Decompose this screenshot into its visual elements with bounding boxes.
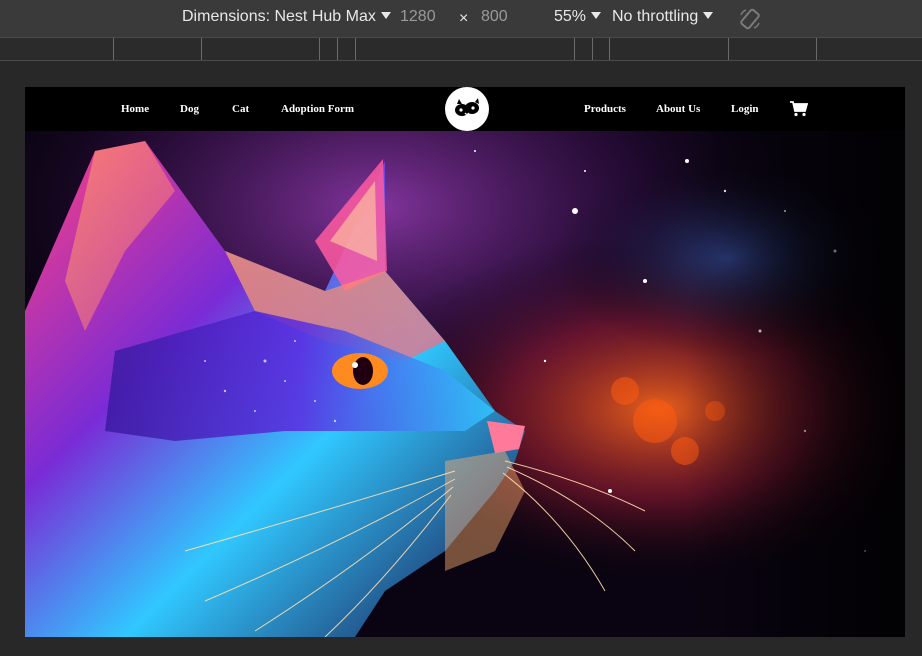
nav-about-us[interactable]: About Us: [656, 103, 700, 115]
throttling-label: No throttling: [612, 8, 699, 25]
pet-logo-icon[interactable]: [445, 87, 489, 131]
throttling-select[interactable]: No throttling: [612, 8, 714, 26]
nav-dog[interactable]: Dog: [180, 103, 199, 115]
rotate-icon[interactable]: [738, 7, 762, 36]
media-query-ruler[interactable]: [0, 38, 922, 61]
nav-adoption-form[interactable]: Adoption Form: [281, 103, 354, 115]
width-input[interactable]: 1280: [400, 8, 436, 26]
times-separator: ×: [459, 10, 469, 27]
device-label: Dimensions: Nest Hub Max: [182, 8, 376, 25]
nav-cat[interactable]: Cat: [232, 103, 249, 115]
site-navbar: Home Dog Cat Adoption Form Products Abou…: [25, 87, 905, 131]
chevron-down-icon: [703, 12, 714, 19]
chevron-down-icon: [380, 12, 391, 19]
zoom-label: 55%: [554, 8, 587, 25]
height-input[interactable]: 800: [481, 8, 508, 26]
nav-products[interactable]: Products: [584, 103, 626, 115]
chevron-down-icon: [591, 12, 602, 19]
shopping-cart-icon[interactable]: [790, 101, 809, 120]
device-toolbar: Dimensions: Nest Hub Max 1280 × 800 55% …: [0, 0, 922, 38]
device-viewport: Home Dog Cat Adoption Form Products Abou…: [25, 87, 905, 637]
hero-image: [25, 131, 905, 637]
nav-home[interactable]: Home: [121, 103, 149, 115]
nav-login[interactable]: Login: [731, 103, 759, 115]
device-select[interactable]: Dimensions: Nest Hub Max: [182, 8, 391, 26]
zoom-select[interactable]: 55%: [554, 8, 602, 26]
